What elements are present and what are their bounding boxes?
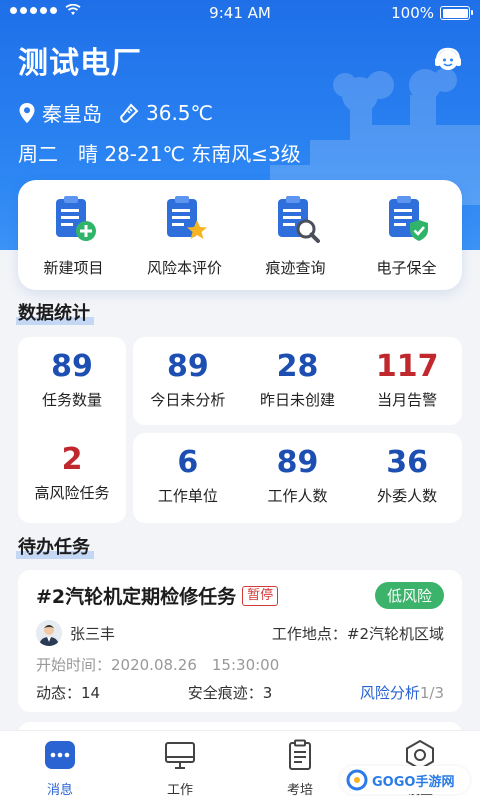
stats-top-card: 89 今日未分析 28 昨日未创建 117 当月告警 <box>133 337 462 425</box>
owner-name: 张三丰 <box>70 624 116 643</box>
location-label: 秦皇岛 <box>42 102 102 126</box>
work-location: 工作地点：#2汽轮机区域 <box>271 624 444 643</box>
quick-action-new-project[interactable]: 新建项目 <box>24 193 124 278</box>
dynamic-label: 动态： <box>36 684 82 702</box>
stat-value: 89 <box>276 445 319 480</box>
watermark-text: GOGO手游网 <box>372 774 455 790</box>
task-name: #2汽轮机定期检修任务 <box>36 586 237 608</box>
watermark-logo: GOGO手游网 <box>340 766 470 794</box>
todo-section-title: 待办任务 <box>16 533 94 559</box>
stat-value: 36 <box>386 445 429 480</box>
trace-label: 安全痕迹： <box>187 684 263 702</box>
clipboard-star-icon <box>166 195 207 239</box>
location-pin-icon <box>19 102 35 123</box>
task-owner: 张三丰 <box>36 620 115 646</box>
stat-value: 117 <box>375 349 439 384</box>
tab-work[interactable]: 工作 <box>120 731 240 800</box>
quick-action-trace-query[interactable]: 痕迹查询 <box>246 193 346 278</box>
quick-action-label: 风险本评价 <box>146 258 222 277</box>
risk-analysis-link[interactable]: 风险分析1/3 <box>360 682 444 703</box>
trace-count: 安全痕迹：3 <box>188 682 273 703</box>
tab-label: 消息 <box>46 783 73 798</box>
stat-label: 当月告警 <box>377 391 438 409</box>
stat-label: 工作人数 <box>267 487 328 505</box>
quick-actions-card: 新建项目 风险本评价 痕迹查询 电子保全 <box>18 180 462 290</box>
stat-workers[interactable]: 89 工作人数 <box>243 433 353 523</box>
risk-level-badge: 低风险 <box>374 582 444 609</box>
message-icon <box>45 741 75 769</box>
forecast-label: 周二 晴 28-21℃ 东南风≤3级 <box>18 142 301 166</box>
quick-action-risk-evaluation[interactable]: 风险本评价 <box>135 193 235 278</box>
stat-label: 任务数量 <box>41 391 102 409</box>
gogo-logo-icon <box>346 769 368 791</box>
stat-value: 2 <box>61 442 83 477</box>
customer-service-icon[interactable] <box>432 44 464 76</box>
dynamic-value: 14 <box>81 684 101 702</box>
stat-today-unanalyzed[interactable]: 89 今日未分析 <box>133 337 243 425</box>
tab-label: 工作 <box>166 783 193 798</box>
quick-action-e-preservation[interactable]: 电子保全 <box>357 193 457 278</box>
stat-yesterday-uncreated[interactable]: 28 昨日未创建 <box>243 337 353 425</box>
dynamic-count: 动态：14 <box>36 682 100 703</box>
stat-work-units[interactable]: 6 工作单位 <box>133 433 243 523</box>
stat-value: 28 <box>276 349 319 384</box>
exam-clipboard-icon <box>289 739 311 770</box>
tab-exam[interactable]: 考培 <box>240 731 360 800</box>
location-weather: 秦皇岛 36.5℃ <box>18 98 213 127</box>
stat-label: 工作单位 <box>157 487 218 505</box>
trace-value: 3 <box>262 684 273 702</box>
task-meta-row: 动态：14 安全痕迹：3 风险分析1/3 <box>36 682 444 703</box>
battery-indicator: 100% <box>391 4 473 22</box>
stat-label: 昨日未创建 <box>260 391 336 409</box>
quick-action-label: 新建项目 <box>43 258 104 277</box>
battery-icon <box>440 6 473 20</box>
task-owner-row: 张三丰 工作地点：#2汽轮机区域 <box>36 620 444 646</box>
avatar <box>36 620 62 646</box>
stat-value: 89 <box>51 349 93 384</box>
task-status-badge: 暂停 <box>242 585 279 606</box>
stat-label: 今日未分析 <box>150 391 226 409</box>
start-time: 开始时间：2020.08.26 15:30:00 <box>36 656 280 674</box>
stat-value: 89 <box>166 349 209 384</box>
stat-high-risk[interactable]: 2 高风险任务 <box>18 430 126 523</box>
task-card[interactable]: #2汽轮机定期检修任务 暂停 低风险 张三丰 工作地点：#2汽轮机区域 开始时间… <box>18 570 462 712</box>
battery-percent: 100% <box>391 4 434 22</box>
quick-action-label: 电子保全 <box>376 258 437 277</box>
stats-section-title: 数据统计 <box>16 299 94 325</box>
stats-left-card: 89 任务数量 2 高风险任务 <box>18 337 126 523</box>
tab-messages[interactable]: 消息 <box>0 731 120 800</box>
status-bar: 9:41 AM 100% <box>0 0 480 26</box>
stat-contractors[interactable]: 36 外委人数 <box>352 433 462 523</box>
stat-monthly-alarms[interactable]: 117 当月告警 <box>352 337 462 425</box>
clipboard-search-icon <box>277 195 320 243</box>
thermometer-icon <box>120 103 139 123</box>
analysis-progress: 1/3 <box>419 684 444 702</box>
stat-label: 外委人数 <box>377 487 438 505</box>
plant-title[interactable]: 测试电厂 <box>18 38 142 82</box>
clipboard-plus-icon <box>55 195 96 241</box>
quick-action-label: 痕迹查询 <box>265 258 326 277</box>
analysis-label: 风险分析 <box>359 684 420 702</box>
stat-task-count[interactable]: 89 任务数量 <box>18 337 126 430</box>
monitor-icon <box>165 742 195 769</box>
clipboard-shield-icon <box>388 195 428 241</box>
stats-bottom-card: 6 工作单位 89 工作人数 36 外委人数 <box>133 433 462 523</box>
stat-value: 6 <box>177 445 199 480</box>
temperature-label: 36.5℃ <box>146 100 213 125</box>
stat-label: 高风险任务 <box>34 484 110 502</box>
